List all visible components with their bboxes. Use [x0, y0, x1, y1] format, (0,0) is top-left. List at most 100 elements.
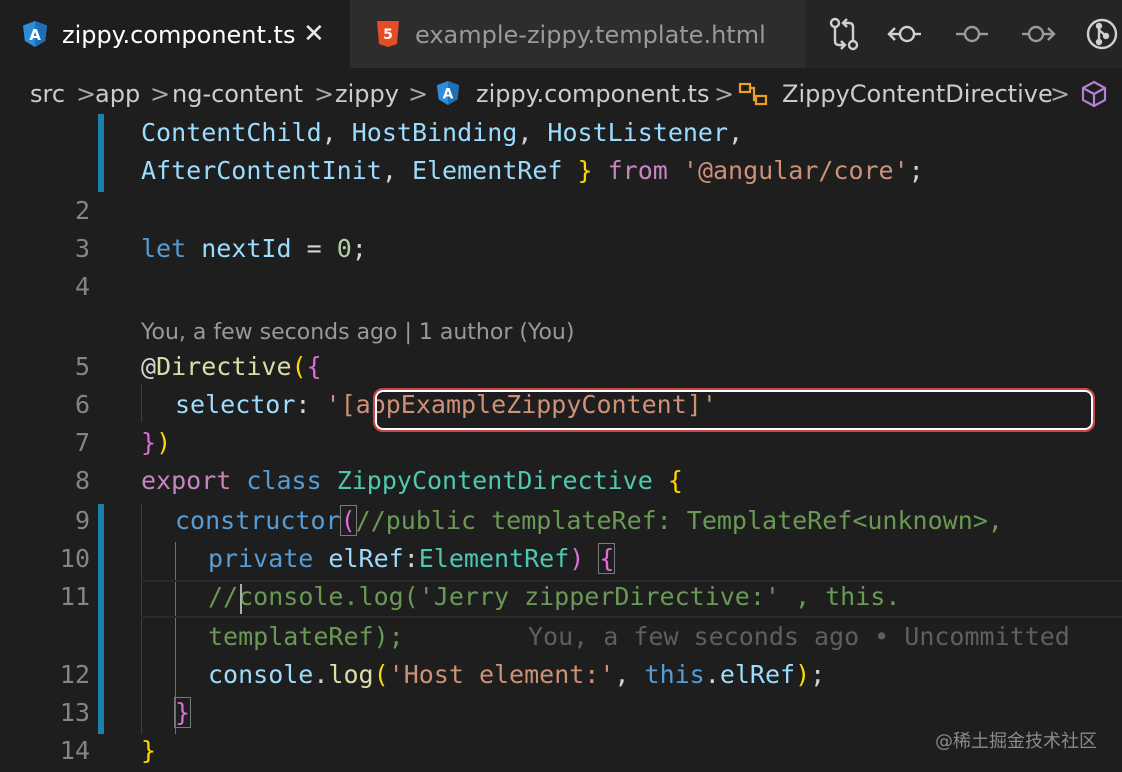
class-symbol-icon	[738, 81, 770, 113]
code-token: elRef	[328, 544, 404, 573]
line-number: 8	[74, 466, 90, 495]
breadcrumb-item-ng-content[interactable]: ng-content	[172, 80, 303, 108]
git-graph-icon[interactable]	[1082, 14, 1122, 54]
line-number: 5	[74, 352, 90, 381]
code-line-6: selector: '[appExampleZippyContent]'	[175, 386, 717, 424]
line-number: 10	[59, 544, 90, 573]
code-token: '[appExampleZippyContent]'	[325, 390, 717, 419]
code-line-8: export class ZippyContentDirective {	[141, 462, 683, 500]
code-editor[interactable]: 2 3 4 5 6 7 8 9 10 11 12 13 14 ContentCh…	[0, 114, 1122, 772]
code-token: '@angular/core'	[682, 156, 909, 185]
code-token: export	[141, 466, 232, 495]
line-number: 7	[74, 428, 90, 457]
previous-change-icon[interactable]	[885, 14, 925, 54]
code-token: //	[208, 582, 239, 611]
breadcrumb-item-class[interactable]: ZippyContentDirective	[782, 80, 1053, 108]
code-token: ContentChild	[141, 118, 322, 147]
chevron-right-icon: >	[150, 80, 171, 108]
git-change-indicator	[98, 504, 104, 734]
chevron-right-icon: >	[76, 80, 97, 108]
tab-label: zippy.component.ts	[62, 21, 296, 49]
code-token: this	[644, 660, 705, 689]
code-token: ,	[517, 118, 548, 147]
code-line-import-b: AfterContentInit, ElementRef } from '@an…	[141, 152, 924, 190]
code-line-5: @Directive({	[141, 348, 322, 386]
code-token: ;	[351, 234, 367, 263]
code-token: HostBinding	[351, 118, 518, 147]
line-number: 12	[59, 660, 90, 689]
code-token: {	[306, 352, 322, 381]
code-token: console	[208, 660, 314, 689]
code-token: class	[246, 466, 322, 495]
code-token: (	[339, 505, 357, 536]
line-number: 14	[59, 736, 90, 765]
code-line-13: }	[173, 694, 192, 732]
git-change-indicator	[98, 114, 104, 192]
indent-guide	[141, 384, 142, 422]
code-token: ,	[728, 118, 744, 147]
breadcrumb: src > app > ng-content > zippy > A zippy…	[0, 68, 1122, 120]
code-token: log	[328, 660, 374, 689]
breadcrumb-item-zippy[interactable]: zippy	[335, 80, 399, 108]
tab-example-zippy-template[interactable]: 5 example-zippy.template.html	[350, 0, 805, 68]
close-icon[interactable]: ✕	[303, 20, 325, 48]
angular-icon: A	[436, 80, 460, 112]
code-token: ,	[321, 118, 352, 147]
line-number: 9	[74, 506, 90, 535]
code-token: nextId	[201, 234, 292, 263]
code-token: ,	[381, 156, 412, 185]
tab-label: example-zippy.template.html	[415, 21, 766, 49]
code-token: 0	[336, 234, 352, 263]
code-token: ElementRef	[418, 544, 570, 573]
code-token: console.log('Jerry zipperDirective:' , t…	[238, 582, 901, 611]
code-token: @	[141, 352, 157, 381]
code-line-14: }	[141, 732, 156, 770]
code-token: templateRef);	[208, 622, 404, 651]
code-token: 'Host element:'	[388, 660, 615, 689]
code-token: .	[704, 660, 720, 689]
text-cursor	[240, 584, 242, 614]
editor-tab-bar: A zippy.component.ts ✕ 5 example-zippy.t…	[0, 0, 1122, 68]
code-token: constructor	[175, 506, 341, 535]
code-token: )	[156, 428, 172, 457]
tab-zippy-component[interactable]: A zippy.component.ts ✕	[0, 0, 350, 68]
next-change-icon[interactable]	[1018, 14, 1058, 54]
code-token: }	[141, 428, 157, 457]
code-token: (	[373, 660, 389, 689]
code-token: //public templateRef: TemplateRef<unknow…	[355, 506, 1003, 535]
code-line-import-a: ContentChild, HostBinding, HostListener,	[141, 114, 743, 152]
code-line-11: //console.log('Jerry zipperDirective:' ,…	[208, 578, 900, 616]
code-line-12: console.log('Host element:', this.elRef)…	[208, 656, 825, 694]
code-token: ZippyContentDirective	[336, 466, 653, 495]
code-token: {	[667, 466, 683, 495]
code-token: AfterContentInit	[141, 156, 382, 185]
code-token: {	[598, 543, 616, 574]
compare-changes-icon[interactable]	[824, 14, 864, 54]
chevron-right-icon: >	[714, 80, 735, 108]
code-token: }	[562, 156, 608, 185]
svg-text:A: A	[29, 26, 41, 44]
chevron-right-icon: >	[1050, 80, 1071, 108]
code-token: :	[295, 390, 326, 419]
codelens-blame[interactable]: You, a few seconds ago | 1 author (You)	[141, 316, 574, 350]
code-token: }	[173, 697, 192, 728]
svg-text:5: 5	[383, 27, 393, 43]
code-token: private	[208, 544, 314, 573]
commit-icon[interactable]	[952, 14, 992, 54]
breadcrumb-item-file[interactable]: zippy.component.ts	[476, 80, 709, 108]
html5-icon: 5	[376, 20, 400, 54]
breadcrumb-item-src[interactable]: src	[30, 80, 65, 108]
code-line-9: constructor(//public templateRef: Templa…	[175, 502, 1003, 540]
code-line-10: private elRef:ElementRef) {	[208, 540, 616, 578]
code-token: =	[291, 234, 337, 263]
code-token: }	[141, 736, 157, 765]
code-token: :	[403, 544, 419, 573]
angular-icon: A	[22, 20, 48, 54]
code-token: )	[795, 660, 811, 689]
breadcrumb-item-app[interactable]: app	[95, 80, 140, 108]
